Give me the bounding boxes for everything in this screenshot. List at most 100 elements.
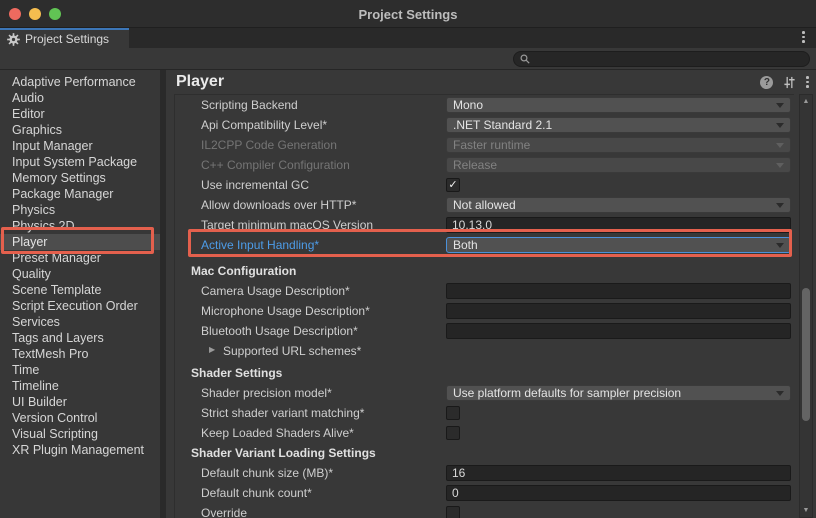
search-input[interactable]	[534, 53, 803, 65]
scroll-up-icon[interactable]: ▲	[800, 98, 812, 105]
more-icon[interactable]	[802, 31, 805, 43]
help-icon[interactable]: ?	[760, 76, 773, 89]
sidebar-item-textmesh-pro[interactable]: TextMesh Pro	[0, 346, 160, 362]
sidebar-item-preset-manager[interactable]: Preset Manager	[0, 250, 160, 266]
dropdown-value: Faster runtime	[453, 138, 776, 152]
sidebar-item-services[interactable]: Services	[0, 314, 160, 330]
dropdown-value: Both	[453, 238, 776, 252]
dropdown-allow-downloads-over-http[interactable]: Not allowed	[446, 197, 791, 213]
sidebar-item-input-manager[interactable]: Input Manager	[0, 138, 160, 154]
text-field-target-minimum-macos-version[interactable]: 10.13.0	[446, 217, 791, 233]
chevron-down-icon	[776, 123, 784, 128]
settings-row-supported-url-schemes: ▶ Supported URL schemes*	[175, 341, 794, 361]
settings-row-api-compatibility-level: Api Compatibility Level* .NET Standard 2.…	[175, 115, 794, 135]
settings-row-allow-downloads-over-http: Allow downloads over HTTP* Not allowed	[175, 195, 794, 215]
chevron-down-icon	[776, 163, 784, 168]
sidebar-item-timeline[interactable]: Timeline	[0, 378, 160, 394]
checkbox-keep-loaded-shaders-alive[interactable]	[446, 426, 460, 440]
dropdown-active-input-handling[interactable]: Both	[446, 237, 791, 253]
text-field-default-chunk-count[interactable]: 0	[446, 485, 791, 501]
text-field-bluetooth-usage-description[interactable]	[446, 323, 791, 339]
chevron-down-icon	[776, 391, 784, 396]
row-label: Camera Usage Description*	[201, 284, 350, 298]
sidebar-item-script-execution-order[interactable]: Script Execution Order	[0, 298, 160, 314]
vertical-scrollbar[interactable]: ▲ ▼	[799, 94, 813, 518]
text-field-microphone-usage-description[interactable]	[446, 303, 791, 319]
dropdown-c-compiler-configuration: Release	[446, 157, 791, 173]
chevron-down-icon	[776, 143, 784, 148]
sidebar-item-scene-template[interactable]: Scene Template	[0, 282, 160, 298]
titlebar: Project Settings	[0, 0, 816, 28]
row-label: C++ Compiler Configuration	[201, 158, 350, 172]
sidebar-item-physics[interactable]: Physics	[0, 202, 160, 218]
sidebar-item-package-manager[interactable]: Package Manager	[0, 186, 160, 202]
settings-row-shader-precision-model: Shader precision model* Use platform defa…	[175, 383, 794, 403]
row-label: Allow downloads over HTTP*	[201, 198, 356, 212]
row-label: Active Input Handling*	[201, 238, 319, 252]
sidebar-item-quality[interactable]: Quality	[0, 266, 160, 282]
scroll-down-icon[interactable]: ▼	[800, 507, 812, 514]
dropdown-shader-precision-model[interactable]: Use platform defaults for sampler precis…	[446, 385, 791, 401]
tab-bar: Project Settings	[0, 28, 816, 48]
sidebar-item-xr-plugin-management[interactable]: XR Plugin Management	[0, 442, 160, 458]
tab-project-settings[interactable]: Project Settings	[0, 28, 129, 48]
checkbox-override[interactable]	[446, 506, 460, 518]
presets-icon[interactable]	[783, 76, 796, 89]
dropdown-value: Mono	[453, 98, 776, 112]
more-icon[interactable]	[806, 76, 809, 88]
toolbar	[0, 48, 816, 70]
row-label: Use incremental GC	[201, 178, 309, 192]
text-field-default-chunk-size-mb[interactable]: 16	[446, 465, 791, 481]
search-box[interactable]	[513, 51, 810, 67]
settings-row-keep-loaded-shaders-alive: Keep Loaded Shaders Alive*	[175, 423, 794, 443]
page-title: Player	[176, 73, 760, 91]
sidebar-item-tags-and-layers[interactable]: Tags and Layers	[0, 330, 160, 346]
row-label: Bluetooth Usage Description*	[201, 324, 358, 338]
sidebar-item-player[interactable]: Player	[0, 234, 160, 250]
row-label: Default chunk size (MB)*	[201, 466, 333, 480]
chevron-down-icon	[776, 103, 784, 108]
chevron-down-icon	[776, 243, 784, 248]
foldout-arrow-icon[interactable]: ▶	[209, 345, 215, 354]
sidebar-item-ui-builder[interactable]: UI Builder	[0, 394, 160, 410]
settings-rows: Scripting BackendMonoApi Compatibility L…	[174, 94, 794, 518]
dropdown-value: Use platform defaults for sampler precis…	[453, 386, 776, 400]
window-title: Project Settings	[0, 0, 816, 28]
row-label: Shader precision model*	[201, 386, 332, 400]
section-header-shader-variant-loading-settings: Shader Variant Loading Settings	[175, 443, 794, 463]
row-label: Supported URL schemes*	[223, 344, 361, 358]
settings-row-strict-shader-variant-matching: Strict shader variant matching*	[175, 403, 794, 423]
search-icon	[520, 54, 530, 64]
tab-label: Project Settings	[25, 32, 109, 46]
settings-row-default-chunk-count: Default chunk count*0	[175, 483, 794, 503]
panel-header: Player ?	[166, 70, 816, 94]
sidebar-item-editor[interactable]: Editor	[0, 106, 160, 122]
settings-row-active-input-handling: Active Input Handling* Both	[175, 235, 794, 255]
sidebar-item-memory-settings[interactable]: Memory Settings	[0, 170, 160, 186]
sidebar-item-audio[interactable]: Audio	[0, 90, 160, 106]
sidebar-item-adaptive-performance[interactable]: Adaptive Performance	[0, 74, 160, 90]
settings-row-scripting-backend: Scripting BackendMono	[175, 95, 794, 115]
sidebar-item-version-control[interactable]: Version Control	[0, 410, 160, 426]
sidebar-item-graphics[interactable]: Graphics	[0, 122, 160, 138]
checkbox-use-incremental-gc[interactable]: ✓	[446, 178, 460, 192]
sidebar-category-list: Adaptive PerformanceAudioEditorGraphicsI…	[0, 70, 160, 518]
sidebar-item-physics-2d[interactable]: Physics 2D	[0, 218, 160, 234]
row-label: Override	[201, 506, 247, 518]
sidebar-item-visual-scripting[interactable]: Visual Scripting	[0, 426, 160, 442]
checkbox-strict-shader-variant-matching[interactable]	[446, 406, 460, 420]
section-header-mac-configuration: Mac Configuration	[175, 261, 794, 281]
gear-icon	[7, 33, 20, 46]
player-settings-panel: Player ? Scripting BackendMonoApi Compat…	[166, 70, 816, 518]
text-field-camera-usage-description[interactable]	[446, 283, 791, 299]
chevron-down-icon	[776, 203, 784, 208]
row-label: Api Compatibility Level*	[201, 118, 327, 132]
settings-row-il2cpp-code-generation: IL2CPP Code GenerationFaster runtime	[175, 135, 794, 155]
dropdown-scripting-backend[interactable]: Mono	[446, 97, 791, 113]
dropdown-api-compatibility-level[interactable]: .NET Standard 2.1	[446, 117, 791, 133]
sidebar-item-input-system-package[interactable]: Input System Package	[0, 154, 160, 170]
sidebar-item-time[interactable]: Time	[0, 362, 160, 378]
scrollbar-thumb[interactable]	[802, 288, 810, 421]
row-label: Strict shader variant matching*	[201, 406, 364, 420]
settings-row-microphone-usage-description: Microphone Usage Description*	[175, 301, 794, 321]
